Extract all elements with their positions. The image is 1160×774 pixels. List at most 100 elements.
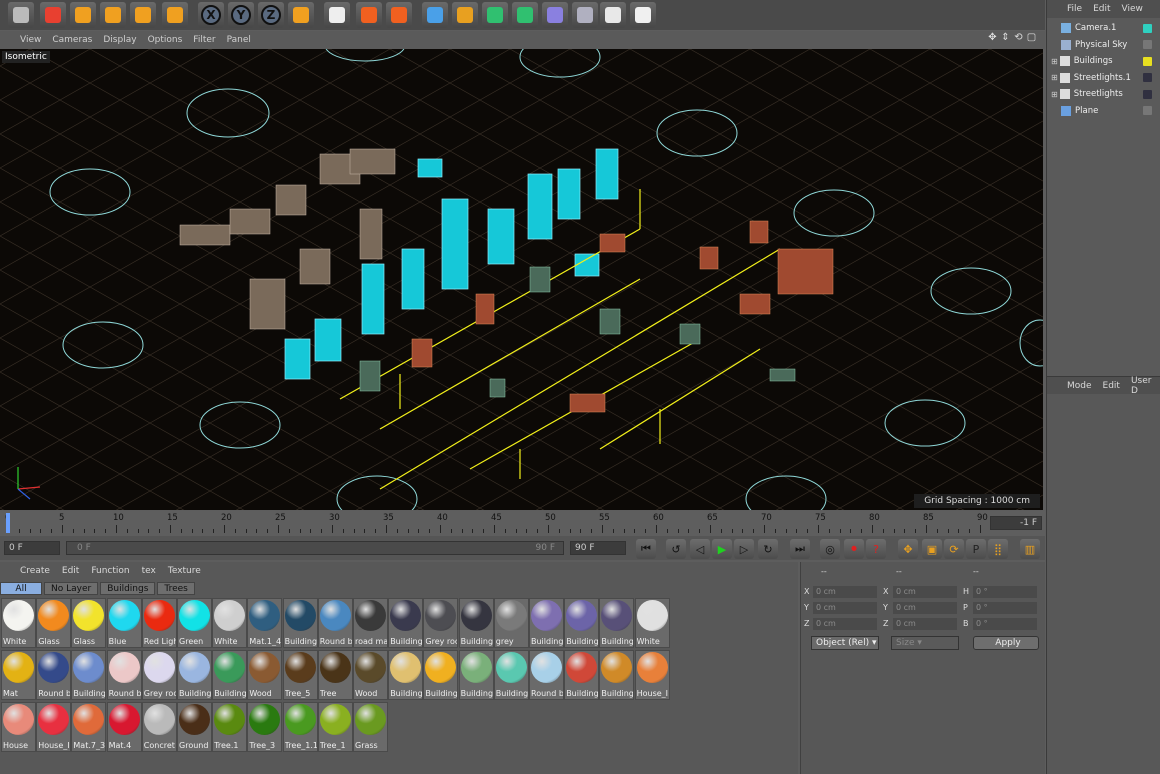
apply-button[interactable]: Apply [973, 636, 1039, 650]
timeline-ruler[interactable]: 051015202530354045505560657075808590 -1 … [0, 511, 1045, 536]
material-swatch[interactable]: House_I [36, 702, 72, 752]
coord-value-field[interactable]: 0 ° [973, 586, 1037, 598]
record-rotation-icon[interactable]: ⟳ [944, 539, 964, 559]
object-item[interactable]: Physical Sky [1047, 37, 1160, 53]
light-button[interactable] [630, 2, 656, 28]
material-swatch[interactable]: Tree [317, 650, 353, 700]
expand-icon[interactable]: ⊞ [1051, 57, 1058, 66]
record-pla-icon[interactable]: ⣿ [988, 539, 1008, 559]
coord-value-field[interactable]: 0 cm [893, 618, 957, 630]
layer-color-tag[interactable] [1143, 40, 1152, 49]
tab-trees[interactable]: Trees [157, 582, 195, 595]
material-swatch[interactable]: Blue [106, 598, 142, 648]
material-swatch[interactable]: Red Ligh [141, 598, 177, 648]
menu-create[interactable]: Create [20, 566, 50, 576]
material-swatch[interactable]: Building [529, 598, 564, 648]
menu-view[interactable]: View [1122, 4, 1143, 14]
x-axis-button[interactable]: X [198, 2, 224, 28]
undo-button[interactable] [8, 2, 34, 28]
object-item[interactable]: Plane [1047, 103, 1160, 119]
menu-options[interactable]: Options [148, 35, 183, 45]
layer-color-tag[interactable] [1143, 56, 1152, 66]
menu-display[interactable]: Display [103, 35, 136, 45]
layer-color-tag[interactable] [1143, 23, 1152, 33]
material-swatch[interactable]: Building [599, 598, 635, 648]
toggle-view-icon[interactable]: ▢ [1026, 32, 1037, 46]
go-to-end-button[interactable]: ⏭ [790, 539, 810, 559]
render-view-button[interactable] [324, 2, 350, 28]
menu-filter[interactable]: Filter [193, 35, 215, 45]
camera-button[interactable] [600, 2, 626, 28]
coord-value-field[interactable]: 0 cm [813, 586, 877, 598]
material-swatch[interactable]: Mat [1, 650, 36, 700]
menu-edit[interactable]: Edit [1093, 4, 1110, 14]
previous-frame-button[interactable]: ◁ [690, 539, 710, 559]
object-item[interactable]: ⊞ Buildings [1047, 53, 1160, 69]
y-axis-button[interactable]: Y [228, 2, 254, 28]
material-swatch[interactable]: Round b [36, 650, 72, 700]
menu-tex[interactable]: tex [142, 566, 156, 576]
menu-file[interactable]: File [1067, 4, 1082, 14]
size-mode-select[interactable]: Size ▾ [891, 636, 959, 650]
tab-no-layer[interactable]: No Layer [44, 582, 99, 595]
material-swatch[interactable]: Building [388, 650, 424, 700]
material-swatch[interactable]: Round b [106, 650, 142, 700]
move-button[interactable] [70, 2, 96, 28]
viewport[interactable]: Isometric Grid Spacing : 1000 cm [0, 49, 1043, 510]
menu-user-data[interactable]: User D [1131, 376, 1152, 396]
next-key-button[interactable]: ↻ [758, 539, 778, 559]
material-swatch[interactable]: Building [599, 650, 635, 700]
record-scale-icon[interactable]: ▣ [922, 539, 942, 559]
select-button[interactable] [40, 2, 66, 28]
scale-button[interactable] [100, 2, 126, 28]
next-frame-button[interactable]: ▷ [734, 539, 754, 559]
end-frame-field[interactable]: 90 F [570, 541, 626, 555]
timeline-window-icon[interactable]: ▥ [1020, 539, 1040, 559]
material-swatch[interactable]: Building [564, 598, 600, 648]
material-swatch[interactable]: Building [564, 650, 600, 700]
menu-function[interactable]: Function [91, 566, 129, 576]
material-swatch[interactable]: Grey roo [423, 598, 459, 648]
rotate-button[interactable] [130, 2, 156, 28]
start-frame-field[interactable]: 0 F [4, 541, 60, 555]
go-to-start-button[interactable]: ⏮ [636, 539, 656, 559]
material-swatch[interactable]: Building [71, 650, 107, 700]
material-swatch[interactable]: House [1, 702, 36, 752]
coord-value-field[interactable]: 0 cm [813, 618, 877, 630]
coord-value-field[interactable]: 0 ° [973, 602, 1037, 614]
record-parameter-icon[interactable]: P [966, 539, 986, 559]
material-swatch[interactable]: White [634, 598, 670, 648]
material-swatch[interactable]: Building [177, 650, 212, 700]
material-swatch[interactable]: Mat.7_3 [71, 702, 107, 752]
material-swatch[interactable]: Glass [71, 598, 107, 648]
array-button[interactable] [512, 2, 538, 28]
material-swatch[interactable]: Wood [353, 650, 388, 700]
layer-color-tag[interactable] [1143, 106, 1152, 115]
cube-button[interactable] [422, 2, 448, 28]
material-swatch[interactable]: White [1, 598, 36, 648]
material-swatch[interactable]: road ma [353, 598, 388, 648]
coord-value-field[interactable]: 0 ° [973, 618, 1037, 630]
material-swatch[interactable]: Building [458, 650, 494, 700]
menu-edit[interactable]: Edit [1103, 381, 1120, 391]
material-swatch[interactable]: Mat.1_4 [247, 598, 283, 648]
material-swatch[interactable]: Building [423, 650, 459, 700]
coord-value-field[interactable]: 0 cm [893, 602, 957, 614]
move-view-icon[interactable]: ✥ [987, 32, 998, 46]
render-picture-viewer-button[interactable] [356, 2, 382, 28]
material-swatch[interactable]: White [212, 598, 248, 648]
rotate-view-icon[interactable]: ⟲ [1013, 32, 1024, 46]
object-item[interactable]: ⊞ Streetlights [1047, 86, 1160, 102]
material-swatch[interactable]: grey [493, 598, 529, 648]
material-swatch[interactable]: Building [458, 598, 494, 648]
expand-icon[interactable]: ⊞ [1051, 90, 1058, 99]
material-swatch[interactable]: Building [282, 598, 318, 648]
render-settings-button[interactable] [386, 2, 412, 28]
menu-view[interactable]: View [20, 35, 41, 45]
object-item[interactable]: Camera.1 [1047, 20, 1160, 36]
material-swatch[interactable]: Building [388, 598, 424, 648]
tab-all[interactable]: All [0, 582, 42, 595]
material-swatch[interactable]: Grass [353, 702, 388, 752]
pen-button[interactable] [452, 2, 478, 28]
material-swatch[interactable]: Building [493, 650, 529, 700]
